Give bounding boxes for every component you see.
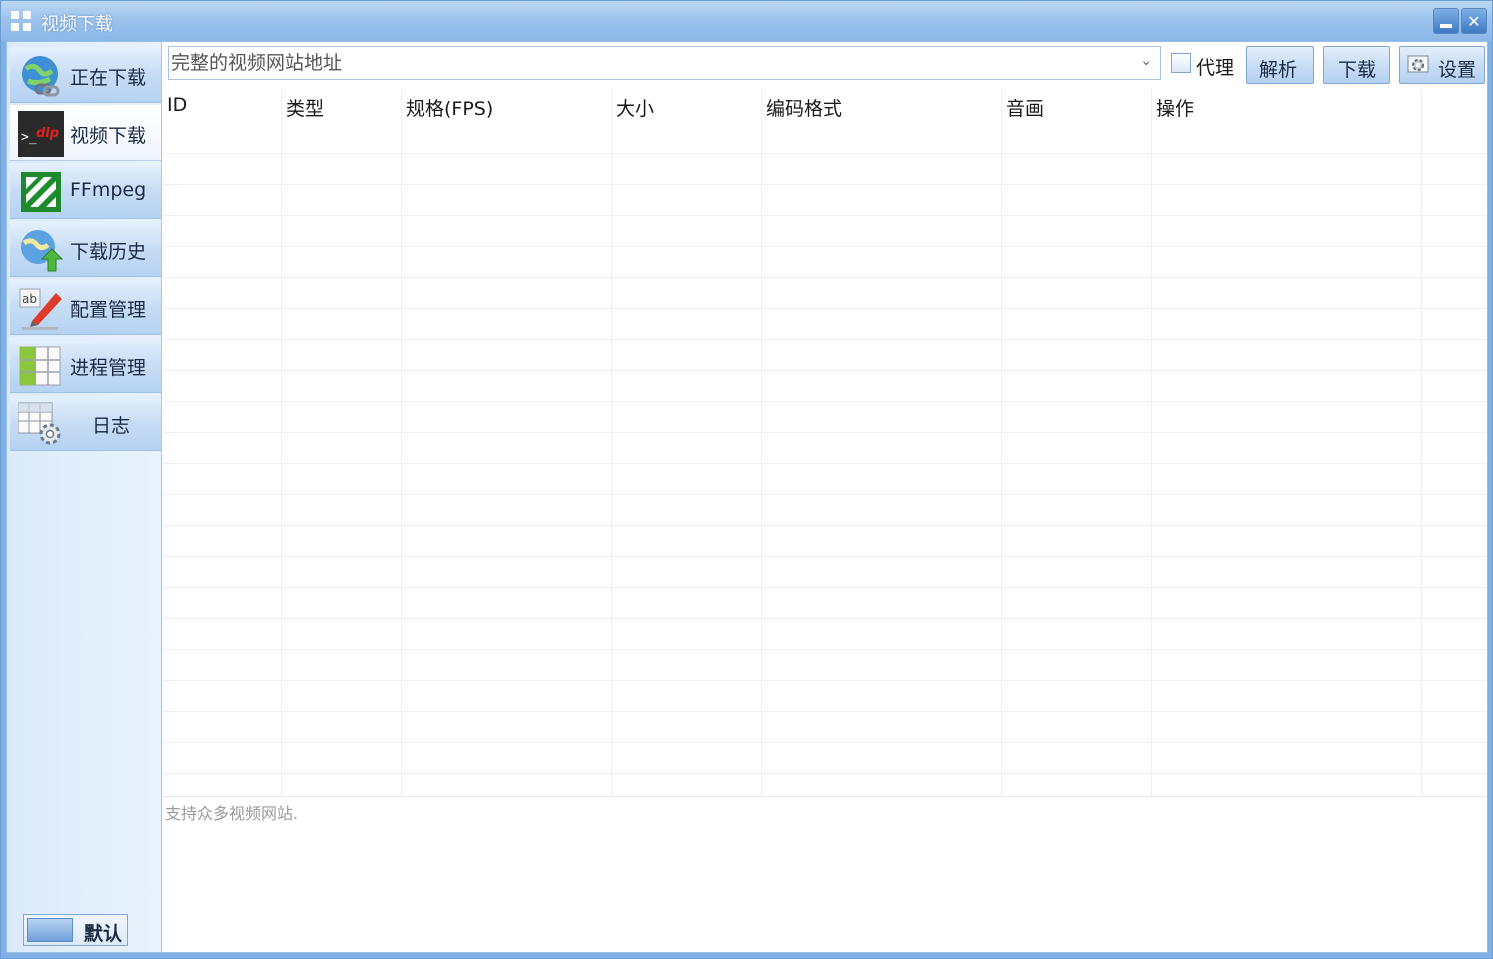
- table-grid-icon: [19, 346, 61, 386]
- settings-gear-icon: [1407, 55, 1429, 73]
- grid-row-line: [163, 773, 1487, 774]
- grid-row-line: [163, 649, 1487, 650]
- grid-row-line: [163, 308, 1487, 309]
- column-header-id[interactable]: ID: [167, 94, 187, 116]
- grid-row-line: [163, 184, 1487, 185]
- download-button[interactable]: 下载: [1323, 46, 1390, 84]
- column-header-spec[interactable]: 规格(FPS): [406, 94, 493, 121]
- sidebar-item-process[interactable]: 进程管理: [10, 337, 161, 393]
- proxy-label[interactable]: 代理: [1196, 53, 1234, 80]
- svg-text:ab: ab: [22, 292, 37, 306]
- grid-row-line: [163, 432, 1487, 433]
- sidebar-item-config[interactable]: ab 配置管理: [10, 279, 161, 335]
- settings-button-label: 设置: [1438, 59, 1477, 81]
- globe-link-icon: [22, 56, 60, 97]
- close-button[interactable]: ✕: [1461, 8, 1487, 34]
- app-grid-icon: [11, 11, 33, 33]
- sidebar-item-label: 配置管理: [70, 299, 147, 321]
- sidebar-item-video-download[interactable]: >_ dlp 视频下载: [10, 105, 161, 161]
- edit-marker-icon: ab: [19, 288, 62, 330]
- title-bar[interactable]: 视频下载 ✕: [1, 1, 1492, 41]
- chevron-down-icon[interactable]: ⌄: [1140, 53, 1152, 69]
- grid-divider: [281, 89, 282, 796]
- sidebar-item-label: FFmpeg: [70, 179, 147, 201]
- grid-row-line: [163, 525, 1487, 526]
- grid-divider: [1421, 89, 1422, 796]
- column-header-av[interactable]: 音画: [1006, 94, 1044, 121]
- status-message: 支持众多视频网站.: [165, 804, 299, 823]
- download-button-label: 下载: [1338, 59, 1377, 81]
- url-combobox[interactable]: ⌄: [168, 46, 1161, 80]
- proxy-checkbox[interactable]: [1171, 53, 1191, 73]
- grid-row-line: [163, 463, 1487, 464]
- table-gear-icon: [18, 402, 61, 445]
- sidebar-item-label: 日志: [92, 415, 131, 437]
- grid-bottom-border: [163, 796, 1487, 797]
- column-header-action[interactable]: 操作: [1156, 94, 1194, 121]
- column-header-size[interactable]: 大小: [616, 94, 654, 121]
- url-input[interactable]: [171, 49, 1131, 77]
- grid-row-line: [163, 680, 1487, 681]
- grid-row-line: [163, 370, 1487, 371]
- svg-text:>_: >_: [21, 130, 37, 145]
- grid-divider: [1001, 89, 1002, 796]
- theme-default-button[interactable]: 默认: [23, 914, 128, 946]
- minimize-button[interactable]: [1433, 8, 1459, 34]
- theme-label: 默认: [84, 923, 123, 945]
- minimize-icon: [1440, 24, 1452, 28]
- grid-divider: [611, 89, 612, 796]
- format-table[interactable]: ID 类型 规格(FPS) 大小 编码格式 音画 操作: [163, 89, 1487, 796]
- window-title: 视频下载: [41, 14, 113, 35]
- parse-button[interactable]: 解析: [1246, 46, 1314, 84]
- parse-button-label: 解析: [1259, 59, 1298, 81]
- sidebar-item-label: 进程管理: [70, 357, 147, 379]
- sidebar-item-label: 下载历史: [70, 241, 147, 263]
- client-area: 正在下载 >_ dlp 视频下载 FFmpeg 下载历史 ab 配置管理 进程管…: [6, 41, 1488, 953]
- settings-button[interactable]: 设置: [1399, 46, 1485, 84]
- grid-row-line: [163, 494, 1487, 495]
- sidebar-item-ffmpeg[interactable]: FFmpeg: [10, 163, 161, 219]
- svg-text:dlp: dlp: [36, 126, 59, 141]
- theme-swatch: [27, 918, 73, 942]
- sidebar-item-history[interactable]: 下载历史: [10, 221, 161, 277]
- table-header: ID 类型 规格(FPS) 大小 编码格式 音画 操作: [163, 89, 1487, 124]
- globe-upload-icon: [21, 230, 64, 272]
- sidebar-item-label: 正在下载: [70, 67, 147, 89]
- grid-divider: [401, 89, 402, 796]
- column-header-type[interactable]: 类型: [286, 94, 324, 121]
- grid-row-line: [163, 339, 1487, 340]
- grid-row-line: [163, 618, 1487, 619]
- grid-row-line: [163, 587, 1487, 588]
- grid-row-line: [163, 153, 1487, 154]
- sidebar-item-label: 视频下载: [70, 125, 147, 147]
- sidebar: 正在下载 >_ dlp 视频下载 FFmpeg 下载历史 ab 配置管理 进程管…: [7, 42, 162, 952]
- grid-row-line: [163, 277, 1487, 278]
- column-header-codec[interactable]: 编码格式: [766, 94, 842, 121]
- app-window: 视频下载 ✕ 正在下载 >_ dlp 视频下载 FFmpeg 下载历史 ab 配…: [0, 0, 1493, 959]
- sidebar-item-log[interactable]: 日志: [10, 395, 161, 451]
- grid-row-line: [163, 742, 1487, 743]
- grid-row-line: [163, 215, 1487, 216]
- grid-row-line: [163, 556, 1487, 557]
- ytdlp-icon: >_ dlp: [18, 111, 64, 157]
- grid-divider: [761, 89, 762, 796]
- ffmpeg-icon: [21, 172, 61, 212]
- grid-row-line: [163, 711, 1487, 712]
- sidebar-item-downloading[interactable]: 正在下载: [10, 47, 161, 103]
- close-icon: ✕: [1467, 11, 1481, 31]
- grid-row-line: [163, 401, 1487, 402]
- grid-row-line: [163, 246, 1487, 247]
- grid-divider: [1151, 89, 1152, 796]
